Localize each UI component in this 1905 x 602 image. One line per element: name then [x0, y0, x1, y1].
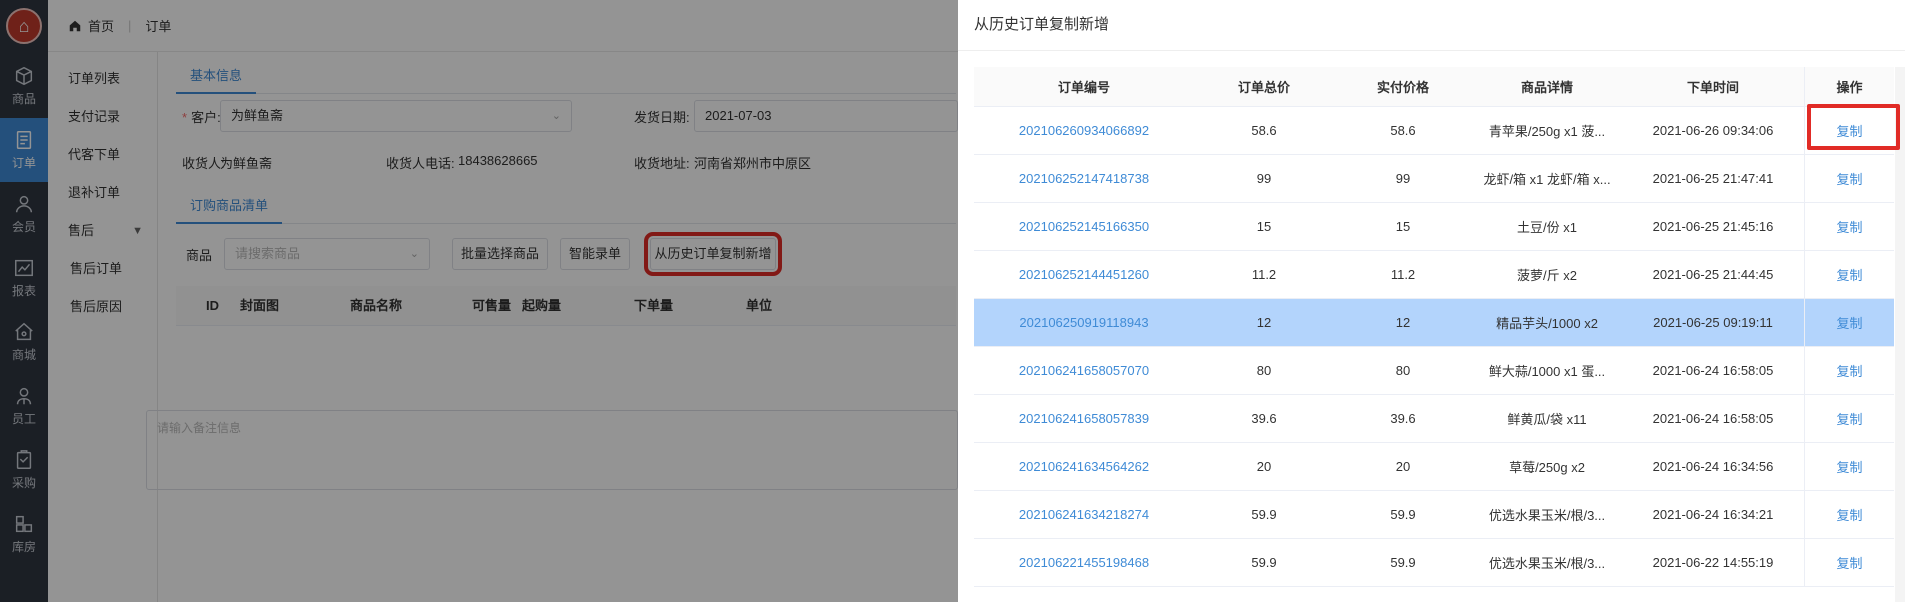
table-row[interactable]: 202106241658057070 80 80 鲜大蒜/1000 x1 蛋..… — [974, 347, 1894, 395]
col-detail: 商品详情 — [1520, 80, 1573, 95]
order-total: 99 — [1256, 171, 1272, 186]
order-no-link[interactable]: 202106221455198468 — [974, 539, 1194, 586]
order-paid: 99 — [1395, 171, 1411, 186]
order-paid: 59.9 — [1390, 555, 1416, 570]
table-row[interactable]: 202106221455198468 59.9 59.9 优选水果玉米/根/3.… — [974, 539, 1894, 587]
order-total: 39.6 — [1251, 411, 1277, 426]
order-detail: 土豆/份 x1 — [1517, 220, 1577, 235]
order-detail: 草莓/250g x2 — [1509, 460, 1585, 475]
copy-button[interactable]: 复制 — [1804, 155, 1894, 202]
history-order-drawer: 从历史订单复制新增 订单编号 订单总价 实付价格 商品详情 下单时间 操作 20… — [958, 0, 1905, 602]
order-total: 80 — [1256, 363, 1272, 378]
table-row[interactable]: 202106252147418738 99 99 龙虾/箱 x1 龙虾/箱 x.… — [974, 155, 1894, 203]
copy-button[interactable]: 复制 — [1804, 347, 1894, 394]
order-time: 2021-06-25 21:47:41 — [1652, 171, 1774, 186]
order-time: 2021-06-24 16:34:56 — [1652, 459, 1774, 474]
order-time: 2021-06-22 14:55:19 — [1652, 555, 1774, 570]
order-no-link[interactable]: 202106241658057839 — [974, 395, 1194, 442]
order-time: 2021-06-25 21:45:16 — [1652, 219, 1774, 234]
order-no-link[interactable]: 202106252145166350 — [974, 203, 1194, 250]
order-total: 20 — [1256, 459, 1272, 474]
order-paid: 12 — [1395, 315, 1411, 330]
table-row-highlighted[interactable]: 202106250919118943 12 12 精品芋头/1000 x2 20… — [974, 299, 1894, 347]
order-detail: 龙虾/箱 x1 龙虾/箱 x... — [1483, 172, 1611, 187]
order-no-link[interactable]: 202106252144451260 — [974, 251, 1194, 298]
table-row[interactable]: 202106252144451260 11.2 11.2 菠萝/斤 x2 202… — [974, 251, 1894, 299]
table-row[interactable]: 202106241634564262 20 20 草莓/250g x2 2021… — [974, 443, 1894, 491]
table-row[interactable]: 202106241658057839 39.6 39.6 鲜黄瓜/袋 x11 2… — [974, 395, 1894, 443]
order-total: 58.6 — [1251, 123, 1277, 138]
order-detail: 优选水果玉米/根/3... — [1488, 508, 1606, 523]
order-detail: 精品芋头/1000 x2 — [1496, 316, 1598, 331]
table-row[interactable]: 202106252145166350 15 15 土豆/份 x1 2021-06… — [974, 203, 1894, 251]
order-no-link[interactable]: 202106252147418738 — [974, 155, 1194, 202]
copy-button[interactable]: 复制 — [1804, 203, 1894, 250]
col-paid: 实付价格 — [1376, 80, 1429, 95]
col-order-total: 订单总价 — [1237, 80, 1290, 95]
order-paid: 39.6 — [1390, 411, 1416, 426]
drawer-title: 从历史订单复制新增 — [974, 16, 1110, 33]
order-detail: 鲜黄瓜/袋 x11 — [1507, 412, 1587, 427]
copy-button[interactable]: 复制 — [1804, 251, 1894, 298]
order-no-link[interactable]: 202106241658057070 — [974, 347, 1194, 394]
order-total: 59.9 — [1251, 507, 1277, 522]
order-detail: 鲜大蒜/1000 x1 蛋... — [1488, 364, 1606, 379]
order-time: 2021-06-24 16:58:05 — [1652, 363, 1774, 378]
order-time: 2021-06-26 09:34:06 — [1652, 123, 1774, 138]
order-paid: 59.9 — [1390, 507, 1416, 522]
order-total: 15 — [1256, 219, 1272, 234]
table-row[interactable]: 202106260934066892 58.6 58.6 青苹果/250g x1… — [974, 107, 1894, 155]
order-paid: 58.6 — [1390, 123, 1416, 138]
order-paid: 11.2 — [1390, 267, 1416, 282]
order-detail: 优选水果玉米/根/3... — [1488, 556, 1606, 571]
annotation-highlight-box — [1807, 104, 1900, 150]
order-no-link[interactable]: 202106241634564262 — [974, 443, 1194, 490]
order-paid: 15 — [1395, 219, 1411, 234]
order-time: 2021-06-25 21:44:45 — [1652, 267, 1774, 282]
order-no-link[interactable]: 202106241634218274 — [974, 491, 1194, 538]
order-detail: 青苹果/250g x1 菠... — [1488, 124, 1606, 139]
table-row[interactable]: 202106241634218274 59.9 59.9 优选水果玉米/根/3.… — [974, 491, 1894, 539]
order-no-link[interactable]: 202106250919118943 — [974, 299, 1194, 346]
order-time: 2021-06-25 09:19:11 — [1653, 315, 1773, 330]
copy-button[interactable]: 复制 — [1804, 443, 1894, 490]
order-paid: 20 — [1395, 459, 1411, 474]
drawer-divider — [958, 50, 1905, 51]
table-header-row: 订单编号 订单总价 实付价格 商品详情 下单时间 操作 — [974, 67, 1894, 107]
history-order-table: 订单编号 订单总价 实付价格 商品详情 下单时间 操作 202106260934… — [974, 67, 1894, 587]
order-time: 2021-06-24 16:34:21 — [1652, 507, 1774, 522]
col-action: 操作 — [1804, 67, 1894, 106]
copy-button[interactable]: 复制 — [1804, 299, 1894, 346]
copy-button[interactable]: 复制 — [1804, 539, 1894, 586]
copy-button[interactable]: 复制 — [1804, 395, 1894, 442]
modal-mask[interactable] — [0, 0, 958, 602]
col-time: 下单时间 — [1686, 80, 1739, 95]
order-no-link[interactable]: 202106260934066892 — [974, 107, 1194, 154]
order-time: 2021-06-24 16:58:05 — [1652, 411, 1774, 426]
order-total: 11.2 — [1251, 267, 1277, 282]
order-total: 59.9 — [1251, 555, 1277, 570]
copy-button[interactable]: 复制 — [1804, 491, 1894, 538]
order-paid: 80 — [1395, 363, 1411, 378]
col-order-no: 订单编号 — [1057, 80, 1110, 95]
order-total: 12 — [1256, 315, 1272, 330]
order-detail: 菠萝/斤 x2 — [1517, 268, 1577, 283]
